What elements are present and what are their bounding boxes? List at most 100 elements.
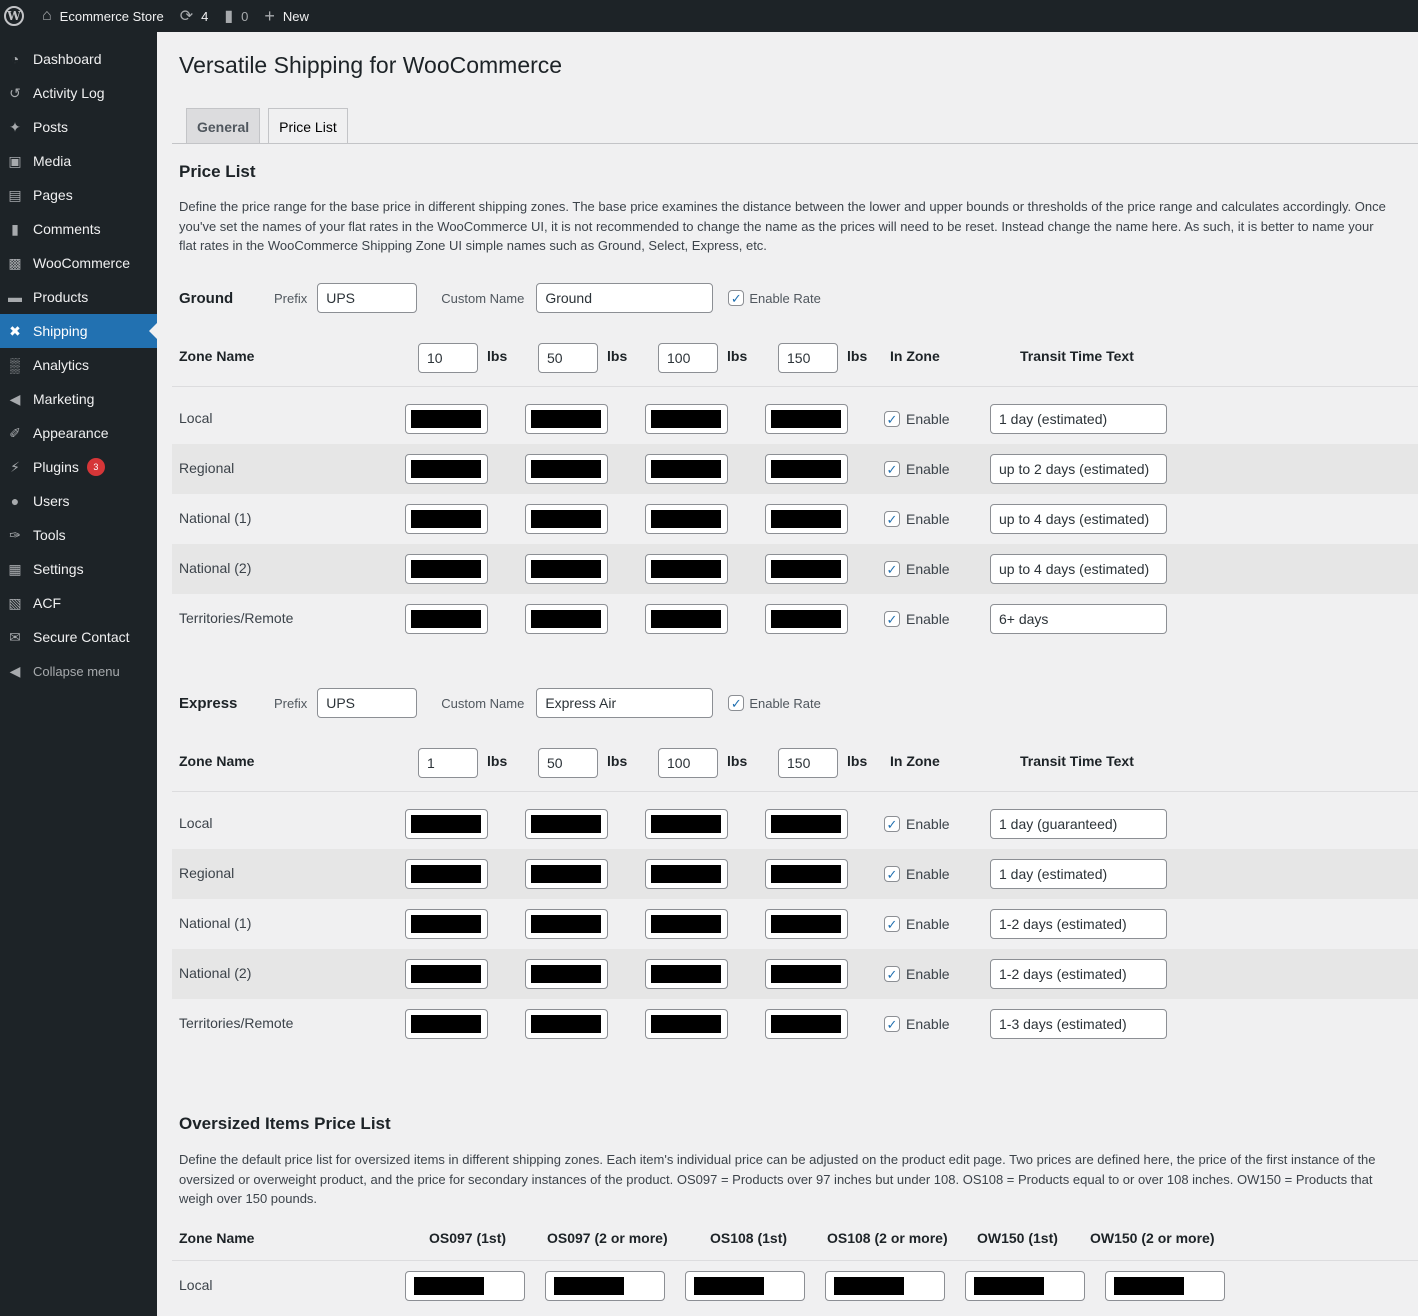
price-input[interactable] — [765, 504, 848, 534]
in-zone-toggle[interactable]: ✓ Enable — [884, 966, 950, 982]
price-input[interactable] — [645, 404, 728, 434]
price-input[interactable] — [765, 959, 848, 989]
price-input[interactable] — [525, 604, 608, 634]
weight-threshold-input[interactable]: 1 — [418, 748, 478, 778]
price-input[interactable] — [645, 809, 728, 839]
weight-threshold-input[interactable]: 50 — [538, 343, 598, 373]
prefix-input[interactable]: UPS — [317, 283, 418, 313]
transit-time-input[interactable]: up to 4 days (estimated) — [990, 554, 1167, 584]
weight-threshold-input[interactable]: 150 — [778, 343, 838, 373]
oversized-price-input[interactable] — [405, 1271, 525, 1301]
sidebar-item-secure-contact[interactable]: ✉ Secure Contact — [0, 620, 157, 654]
oversized-price-input[interactable] — [1105, 1271, 1225, 1301]
price-input[interactable] — [765, 404, 848, 434]
price-input[interactable] — [765, 909, 848, 939]
in-zone-toggle[interactable]: ✓ Enable — [884, 461, 950, 477]
sidebar-item-tools[interactable]: ✑ Tools — [0, 518, 157, 552]
sidebar-item-media[interactable]: ▣ Media — [0, 144, 157, 178]
in-zone-checkbox[interactable]: ✓ — [884, 511, 900, 527]
in-zone-checkbox[interactable]: ✓ — [884, 461, 900, 477]
tab-general[interactable]: General — [186, 108, 261, 144]
price-input[interactable] — [765, 454, 848, 484]
in-zone-checkbox[interactable]: ✓ — [884, 611, 900, 627]
in-zone-checkbox[interactable]: ✓ — [884, 966, 900, 982]
in-zone-toggle[interactable]: ✓ Enable — [884, 561, 950, 577]
transit-time-input[interactable]: 1-3 days (estimated) — [990, 1009, 1167, 1039]
sidebar-item-posts[interactable]: ✦ Posts — [0, 110, 157, 144]
in-zone-toggle[interactable]: ✓ Enable — [884, 866, 950, 882]
transit-time-input[interactable]: 6+ days — [990, 604, 1167, 634]
price-input[interactable] — [525, 959, 608, 989]
new-content-link[interactable]: + New — [256, 0, 317, 32]
custom-name-input[interactable]: Ground — [536, 283, 714, 313]
price-input[interactable] — [525, 504, 608, 534]
price-input[interactable] — [405, 604, 488, 634]
sidebar-item-pages[interactable]: ▤ Pages — [0, 178, 157, 212]
sidebar-item-marketing[interactable]: ◀ Marketing — [0, 382, 157, 416]
price-input[interactable] — [645, 1009, 728, 1039]
site-name-link[interactable]: ⌂ Ecommerce Store — [34, 0, 172, 32]
weight-threshold-input[interactable]: 100 — [658, 343, 718, 373]
price-input[interactable] — [405, 404, 488, 434]
price-input[interactable] — [645, 959, 728, 989]
in-zone-checkbox[interactable]: ✓ — [884, 916, 900, 932]
price-input[interactable] — [645, 554, 728, 584]
sidebar-item-dashboard[interactable]: ◔ Dashboard — [0, 42, 157, 76]
sidebar-item-appearance[interactable]: ✐ Appearance — [0, 416, 157, 450]
price-input[interactable] — [765, 1009, 848, 1039]
in-zone-toggle[interactable]: ✓ Enable — [884, 816, 950, 832]
wordpress-logo-button[interactable]: W — [0, 0, 34, 32]
price-input[interactable] — [405, 909, 488, 939]
price-input[interactable] — [645, 909, 728, 939]
sidebar-item-plugins[interactable]: ⚡ Plugins 3 — [0, 450, 157, 484]
comments-link[interactable]: ▮ 0 — [216, 0, 256, 32]
price-input[interactable] — [645, 454, 728, 484]
in-zone-toggle[interactable]: ✓ Enable — [884, 611, 950, 627]
in-zone-toggle[interactable]: ✓ Enable — [884, 1016, 950, 1032]
in-zone-checkbox[interactable]: ✓ — [884, 866, 900, 882]
sidebar-item-analytics[interactable]: ▒ Analytics — [0, 348, 157, 382]
price-input[interactable] — [765, 859, 848, 889]
transit-time-input[interactable]: up to 4 days (estimated) — [990, 504, 1167, 534]
prefix-input[interactable]: UPS — [317, 688, 418, 718]
weight-threshold-input[interactable]: 50 — [538, 748, 598, 778]
price-input[interactable] — [405, 809, 488, 839]
price-input[interactable] — [765, 554, 848, 584]
price-input[interactable] — [405, 504, 488, 534]
transit-time-input[interactable]: 1 day (guaranteed) — [990, 809, 1167, 839]
price-input[interactable] — [525, 404, 608, 434]
price-input[interactable] — [525, 1009, 608, 1039]
weight-threshold-input[interactable]: 150 — [778, 748, 838, 778]
price-input[interactable] — [765, 809, 848, 839]
weight-threshold-input[interactable]: 10 — [418, 343, 478, 373]
updates-link[interactable]: ⟳ 4 — [172, 0, 217, 32]
oversized-price-input[interactable] — [965, 1271, 1085, 1301]
price-input[interactable] — [405, 1009, 488, 1039]
sidebar-item-shipping[interactable]: ✖ Shipping — [0, 314, 157, 348]
collapse-menu-button[interactable]: ◀ Collapse menu — [0, 654, 157, 688]
price-input[interactable] — [645, 604, 728, 634]
sidebar-item-activity-log[interactable]: ↺ Activity Log — [0, 76, 157, 110]
transit-time-input[interactable]: 1-2 days (estimated) — [990, 959, 1167, 989]
custom-name-input[interactable]: Express Air — [536, 688, 714, 718]
price-input[interactable] — [525, 859, 608, 889]
price-input[interactable] — [765, 604, 848, 634]
price-input[interactable] — [525, 554, 608, 584]
in-zone-toggle[interactable]: ✓ Enable — [884, 411, 950, 427]
transit-time-input[interactable]: 1 day (estimated) — [990, 404, 1167, 434]
price-input[interactable] — [405, 454, 488, 484]
price-input[interactable] — [405, 554, 488, 584]
tab-price-list[interactable]: Price List — [268, 108, 348, 144]
weight-threshold-input[interactable]: 100 — [658, 748, 718, 778]
price-input[interactable] — [405, 859, 488, 889]
sidebar-item-acf[interactable]: ▧ ACF — [0, 586, 157, 620]
price-input[interactable] — [525, 909, 608, 939]
price-input[interactable] — [645, 859, 728, 889]
in-zone-checkbox[interactable]: ✓ — [884, 816, 900, 832]
oversized-price-input[interactable] — [825, 1271, 945, 1301]
transit-time-input[interactable]: up to 2 days (estimated) — [990, 454, 1167, 484]
in-zone-toggle[interactable]: ✓ Enable — [884, 916, 950, 932]
enable-rate-checkbox[interactable]: ✓ — [728, 290, 745, 306]
price-input[interactable] — [525, 809, 608, 839]
price-input[interactable] — [525, 454, 608, 484]
